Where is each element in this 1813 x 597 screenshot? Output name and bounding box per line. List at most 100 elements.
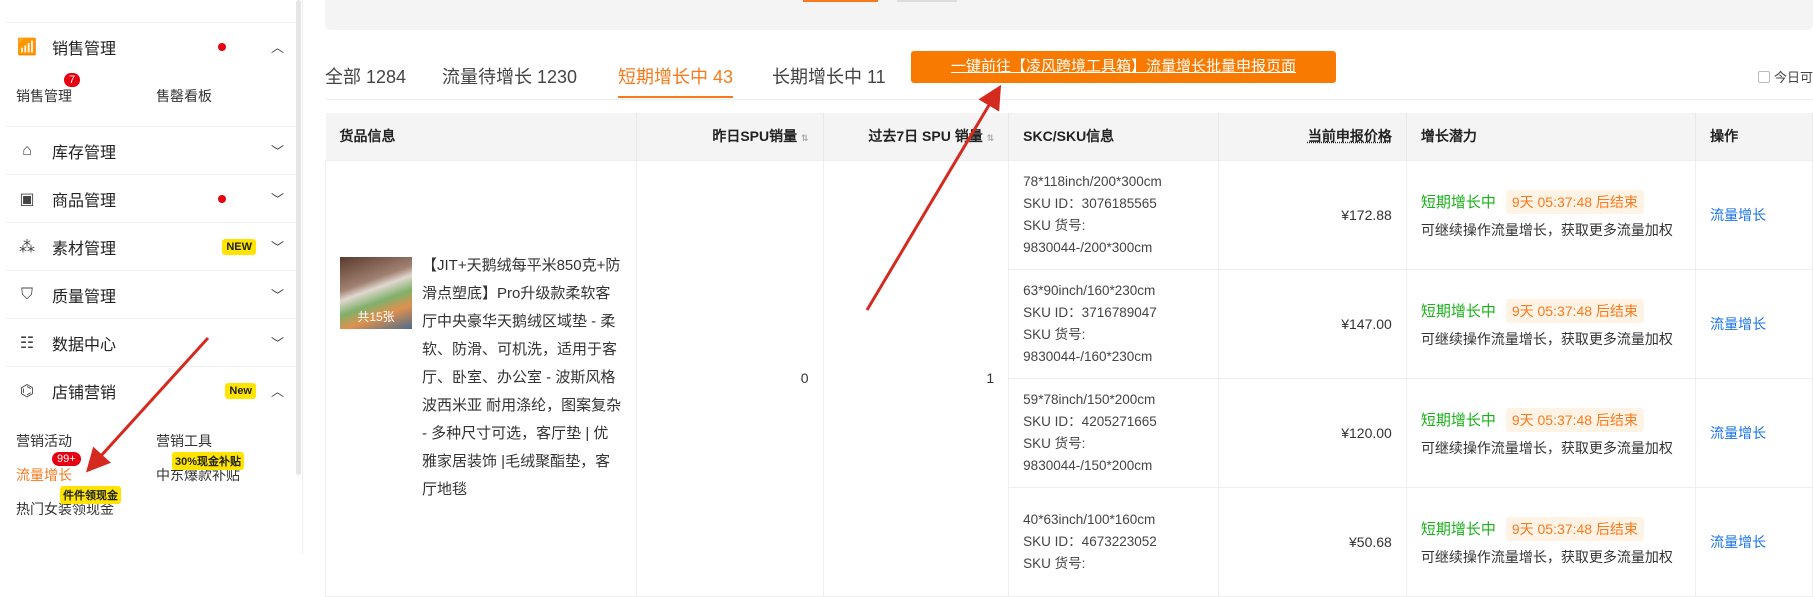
sidebar-scrollbar[interactable] — [296, 0, 301, 475]
declared-price: ¥172.88 — [1218, 159, 1407, 270]
declared-price: ¥50.68 — [1218, 486, 1407, 597]
table-row: 共15张 【JIT+天鹅绒每平米850克+防滑点塑底】Pro升级款柔软客厅中央豪华… — [325, 159, 1813, 597]
traffic-growth-link[interactable]: 流量增长 — [1710, 207, 1766, 223]
chevron-down-icon: ﹀ — [270, 192, 284, 207]
sku-no-label: SKU 货号: — [1023, 217, 1086, 233]
product-image[interactable]: 共15张 — [340, 257, 412, 329]
chevron-down-icon: ﹀ — [270, 144, 284, 159]
tab-pending-growth[interactable]: 流量待增长 1230 — [442, 63, 577, 89]
count-badge: 7 — [64, 73, 81, 87]
product-table: 货品信息 昨日SPU销量 ⇅ 过去7日 SPU 销量 ⇅ SKC/SKU信息 当… — [325, 113, 1813, 597]
data-icon: ☷ — [19, 334, 35, 352]
chevron-up-icon: ︿ — [270, 384, 284, 399]
sku-info: 40*63inch/100*160cm SKU ID：4673223052 SKU … — [1008, 486, 1220, 597]
growth-tip: 可继续操作流量增长，获取更多流量加权 — [1420, 439, 1673, 456]
col-yesterday-sales[interactable]: 昨日SPU销量 ⇅ — [636, 113, 824, 160]
sidebar-item-traffic-growth[interactable]: 流量增长 — [16, 465, 72, 485]
growth-tip: 可继续操作流量增长，获取更多流量加权 — [1420, 330, 1673, 347]
traffic-growth-link[interactable]: 流量增长 — [1710, 316, 1766, 332]
growth-potential: 短期增长中 9天 05:37:48 后结束 可继续操作流量增长，获取更多流量加权 — [1405, 268, 1697, 379]
warehouse-icon: ⌂ — [22, 141, 32, 159]
today-label: 今日可 — [1774, 70, 1813, 85]
growth-potential: 短期增长中 9天 05:37:48 后结束可继续操作流量增长，获取更多流量加权 — [1405, 377, 1697, 488]
traffic-growth-link[interactable]: 流量增长 — [1710, 534, 1766, 550]
sidebar-item-sales-management[interactable]: 销售管理 — [16, 86, 72, 106]
group-label: 店铺营销 — [52, 384, 117, 402]
product-title[interactable]: 【JIT+天鹅绒每平米850克+防滑点塑底】Pro升级款柔软客厅中央豪华天鹅绒区… — [422, 252, 622, 504]
col-product-info: 货品信息 — [325, 113, 637, 160]
box-icon: ▣ — [19, 190, 35, 208]
sidebar-group-materials[interactable]: ⁂ 素材管理 NEW ﹀ — [6, 222, 296, 270]
sidebar-item-marketing-activities[interactable]: 营销活动 — [16, 431, 72, 451]
notification-dot — [218, 194, 226, 203]
sku-size: 78*118inch/200*300cm — [1023, 173, 1162, 189]
filter-panel — [325, 0, 1813, 30]
sku-id: SKU ID：4205271665 — [1023, 413, 1157, 429]
sidebar-item-marketing-tools[interactable]: 营销工具 — [156, 431, 212, 451]
status-label: 短期增长中 — [1420, 193, 1496, 211]
sidebar-group-sales[interactable]: 📶 销售管理 ︿ — [6, 22, 296, 70]
countdown-badge: 9天 05:37:48 后结束 — [1505, 407, 1644, 432]
col-7day-sales[interactable]: 过去7日 SPU 销量 ⇅ — [823, 113, 1010, 160]
action-cell: 流量增长 — [1695, 377, 1813, 488]
batch-declare-button[interactable]: 一键前往【凌风跨境工具箱】流量增长批量申报页面 — [911, 51, 1336, 83]
growth-tip: 可继续操作流量增长，获取更多流量加权 — [1420, 548, 1673, 565]
growth-potential: 短期增长中 9天 05:37:48 后结束可继续操作流量增长，获取更多流量加权 — [1405, 159, 1697, 270]
sidebar-group-quality[interactable]: ⛉ 质量管理 ﹀ — [6, 270, 296, 318]
col-declared-price: 当前申报价格 — [1218, 113, 1407, 160]
shield-icon: ⛉ — [20, 285, 33, 303]
sidebar-group-data[interactable]: ☷ 数据中心 ﹀ — [6, 318, 296, 366]
sidebar-group-marketing[interactable]: ⌬ 店铺营销 New ︿ — [6, 366, 296, 414]
sku-no: 9830044-/200*300cm — [1023, 239, 1153, 255]
sku-no: 9830044-/150*200cm — [1023, 457, 1153, 473]
reset-button[interactable] — [897, 0, 957, 2]
sku-no-label: SKU 货号: — [1023, 326, 1086, 342]
action-cell: 流量增长 — [1695, 268, 1813, 379]
countdown-badge: 9天 05:37:48 后结束 — [1505, 516, 1644, 541]
sidebar-group-products[interactable]: ▣ 商品管理 ﹀ — [6, 174, 296, 222]
sidebar-group-inventory[interactable]: ⌂ 库存管理 ﹀ — [6, 126, 296, 174]
image-count: 共15张 — [357, 310, 395, 324]
growth-tip: 可继续操作流量增长，获取更多流量加权 — [1420, 221, 1673, 238]
traffic-growth-link[interactable]: 流量增长 — [1710, 425, 1766, 441]
action-cell: 流量增长 — [1695, 159, 1813, 270]
search-button[interactable] — [803, 0, 878, 2]
tab-long-term-growth[interactable]: 长期增长中 11 — [772, 63, 886, 89]
col-growth-potential: 增长潜力 — [1406, 113, 1697, 160]
sku-size: 59*78inch/150*200cm — [1023, 391, 1156, 407]
new-tag: NEW — [222, 238, 256, 255]
group-label: 素材管理 — [52, 240, 117, 258]
group-label: 商品管理 — [52, 192, 117, 210]
col-actions: 操作 — [1695, 113, 1813, 160]
sidebar-item-sellout-board[interactable]: 售罄看板 — [156, 86, 212, 106]
tab-all[interactable]: 全部 1284 — [325, 63, 406, 89]
count-badge: 99+ — [52, 452, 81, 466]
header-label: 过去7日 SPU 销量 — [868, 128, 983, 145]
group-label: 质量管理 — [52, 288, 117, 306]
group-label: 销售管理 — [52, 40, 117, 58]
sku-no-label: SKU 货号: — [1023, 555, 1086, 571]
header-label: 昨日SPU销量 — [712, 128, 798, 145]
promo-tag: 件件领现金 — [60, 486, 121, 504]
group-label: 库存管理 — [52, 144, 117, 162]
countdown-badge: 9天 05:37:48 后结束 — [1505, 189, 1644, 214]
checkbox[interactable] — [1758, 70, 1770, 83]
sort-icon[interactable]: ⇅ — [987, 133, 995, 143]
chevron-down-icon: ﹀ — [270, 336, 284, 351]
tab-short-term-growth[interactable]: 短期增长中 43 — [618, 63, 734, 98]
sku-no: 9830044-/160*230cm — [1023, 348, 1153, 364]
status-label: 短期增长中 — [1420, 411, 1496, 429]
sku-id: SKU ID：3716789047 — [1023, 304, 1157, 320]
growth-potential: 短期增长中 9天 05:37:48 后结束 可继续操作流量增长，获取更多流量加权 — [1405, 486, 1697, 597]
today-filter[interactable]: 今日可 — [1758, 67, 1813, 86]
col-sku-info: SKC/SKU信息 — [1008, 113, 1220, 160]
notification-dot — [218, 42, 226, 51]
sku-info: 78*118inch/200*300cm SKU ID：3076185565 SKU… — [1008, 159, 1220, 270]
sku-info: 63*90inch/160*230cm SKU ID：3716789047 SKU … — [1008, 268, 1220, 379]
sku-size: 63*90inch/160*230cm — [1023, 282, 1156, 298]
sku-id: SKU ID：4673223052 — [1023, 533, 1157, 549]
promo-tag: 30%现金补贴 — [172, 452, 245, 470]
sidebar: 📶 销售管理 ︿ 销售管理 7 售罄看板 ⌂ 库存管理 ﹀ ▣ 商品管理 ﹀ ⁂ 素材管理 NE… — [0, 0, 303, 554]
sort-icon[interactable]: ⇅ — [801, 133, 809, 143]
action-cell: 流量增长 — [1695, 486, 1813, 597]
